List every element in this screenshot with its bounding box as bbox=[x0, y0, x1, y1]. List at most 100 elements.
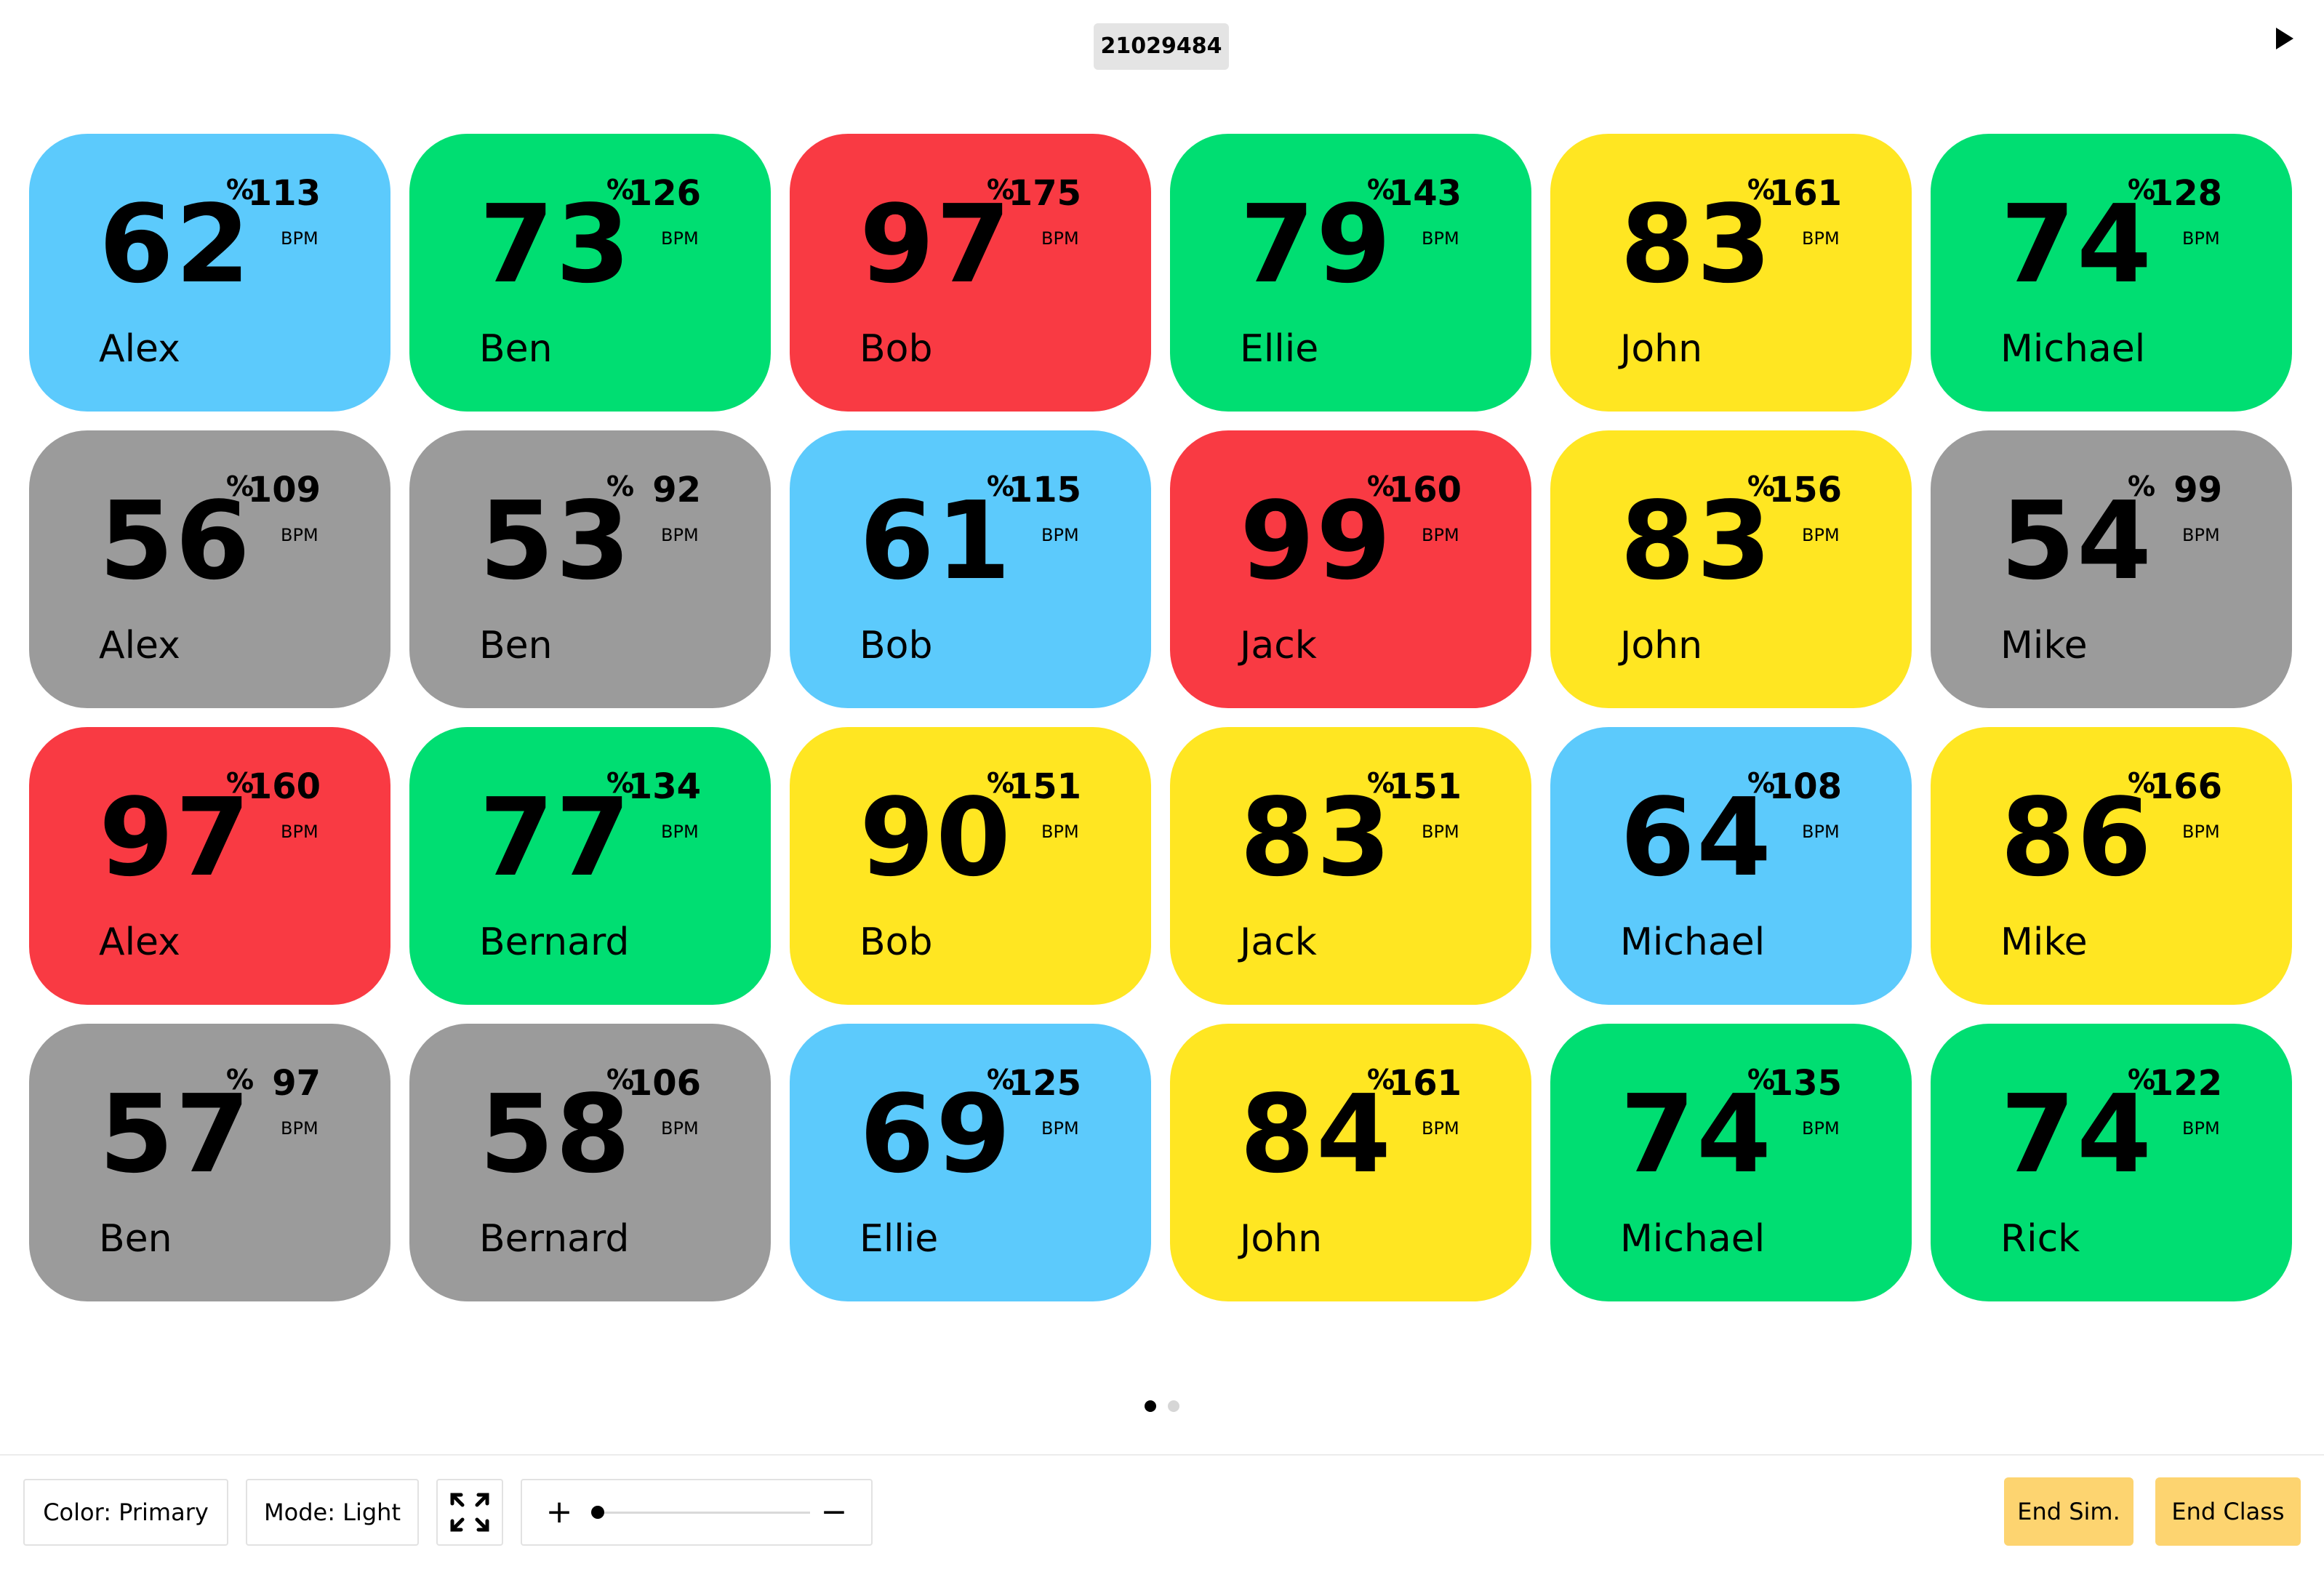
participant-name: Ellie bbox=[860, 1217, 939, 1261]
bpm-value: 156 bbox=[1768, 470, 1842, 510]
participant-name: Bob bbox=[860, 920, 933, 964]
heart-rate-percent: 73 bbox=[479, 182, 632, 307]
fullscreen-icon bbox=[450, 1493, 489, 1532]
bpm-value: 160 bbox=[1388, 470, 1462, 510]
bpm-value: 161 bbox=[1388, 1063, 1462, 1104]
participant-tile[interactable]: 83% 156 BPM John bbox=[1550, 430, 1912, 708]
bpm-value: 126 bbox=[628, 173, 701, 214]
participant-tile[interactable]: 54% 99 BPM Mike bbox=[1931, 430, 2292, 708]
participant-name: Mike bbox=[2000, 624, 2088, 667]
bpm-value: 109 bbox=[247, 470, 321, 510]
participant-tile[interactable]: 84% 161 BPM John bbox=[1170, 1024, 1531, 1301]
participant-tile[interactable]: 57% 97 BPM Ben bbox=[29, 1024, 390, 1301]
participant-name: Alex bbox=[99, 920, 180, 964]
participant-tile[interactable]: 97% 175 BPM Bob bbox=[790, 134, 1151, 412]
end-class-button[interactable]: End Class bbox=[2155, 1477, 2301, 1546]
heart-rate-percent: 83 bbox=[1620, 182, 1773, 307]
bpm-unit-label: BPM bbox=[661, 525, 699, 545]
zoom-in-button[interactable]: + bbox=[534, 1480, 585, 1544]
participant-tile[interactable]: 69% 125 BPM Ellie bbox=[790, 1024, 1151, 1301]
participant-tile[interactable]: 74% 135 BPM Michael bbox=[1550, 1024, 1912, 1301]
bpm-value: 99 bbox=[2173, 470, 2222, 510]
heart-rate-percent: 64 bbox=[1620, 775, 1773, 900]
bpm-value: 151 bbox=[1388, 766, 1462, 807]
fullscreen-button[interactable] bbox=[436, 1479, 503, 1546]
heart-rate-percent: 99 bbox=[1240, 478, 1393, 603]
participant-name: Rick bbox=[2000, 1217, 2080, 1261]
participant-tile[interactable]: 53% 92 BPM Ben bbox=[409, 430, 771, 708]
bpm-unit-label: BPM bbox=[1422, 822, 1459, 842]
participant-tile[interactable]: 58% 106 BPM Bernard bbox=[409, 1024, 771, 1301]
participant-tile[interactable]: 74% 122 BPM Rick bbox=[1931, 1024, 2292, 1301]
bpm-unit-label: BPM bbox=[1041, 228, 1079, 249]
bpm-unit-label: BPM bbox=[1802, 822, 1840, 842]
play-icon[interactable] bbox=[2276, 28, 2293, 49]
bpm-unit-label: BPM bbox=[661, 1118, 699, 1139]
bpm-unit-label: BPM bbox=[1041, 822, 1079, 842]
page-dot[interactable] bbox=[1145, 1400, 1156, 1412]
heart-rate-percent: 61 bbox=[860, 478, 1012, 603]
heart-rate-percent: 83 bbox=[1620, 478, 1773, 603]
participant-name: Ben bbox=[479, 624, 553, 667]
participant-tile[interactable]: 74% 128 BPM Michael bbox=[1931, 134, 2292, 412]
participant-tile[interactable]: 83% 151 BPM Jack bbox=[1170, 727, 1531, 1005]
participant-tile[interactable]: 86% 166 BPM Mike bbox=[1931, 727, 2292, 1005]
bpm-unit-label: BPM bbox=[1041, 525, 1079, 545]
heart-rate-percent: 54 bbox=[2000, 478, 2153, 603]
class-code-badge: 21029484 bbox=[1094, 23, 1229, 70]
participant-name: John bbox=[1620, 624, 1703, 667]
heart-rate-percent: 58 bbox=[479, 1072, 632, 1197]
heart-rate-percent: 97 bbox=[99, 775, 252, 900]
participant-tile[interactable]: 73% 126 BPM Ben bbox=[409, 134, 771, 412]
bpm-value: 106 bbox=[628, 1063, 701, 1104]
bpm-unit-label: BPM bbox=[281, 228, 318, 249]
bpm-unit-label: BPM bbox=[1422, 228, 1459, 249]
bpm-unit-label: BPM bbox=[281, 822, 318, 842]
participant-tile[interactable]: 61% 115 BPM Bob bbox=[790, 430, 1151, 708]
color-scheme-button[interactable]: Color: Primary bbox=[23, 1479, 228, 1546]
zoom-slider-track[interactable] bbox=[593, 1512, 810, 1514]
bpm-value: 143 bbox=[1388, 173, 1462, 214]
zoom-slider-thumb[interactable] bbox=[591, 1506, 604, 1519]
bpm-value: 128 bbox=[2149, 173, 2222, 214]
participant-tile[interactable]: 99% 160 BPM Jack bbox=[1170, 430, 1531, 708]
participant-tile[interactable]: 97% 160 BPM Alex bbox=[29, 727, 390, 1005]
participant-name: Michael bbox=[1620, 920, 1766, 964]
bpm-value: 97 bbox=[272, 1063, 321, 1104]
participant-name: Bernard bbox=[479, 1217, 630, 1261]
heart-rate-percent: 74 bbox=[1620, 1072, 1773, 1197]
heart-rate-percent: 57 bbox=[99, 1072, 252, 1197]
participant-name: Ben bbox=[99, 1217, 172, 1261]
end-sim-button[interactable]: End Sim. bbox=[2004, 1477, 2133, 1546]
bottom-toolbar: Color: Primary Mode: Light + − End Sim. … bbox=[0, 1454, 2324, 1569]
participant-grid: 62% 113 BPM Alex 73% 126 BPM Ben 97% 175 BPM Bob 79%… bbox=[29, 134, 2292, 1301]
bpm-unit-label: BPM bbox=[661, 822, 699, 842]
participant-tile[interactable]: 62% 113 BPM Alex bbox=[29, 134, 390, 412]
participant-tile[interactable]: 64% 108 BPM Michael bbox=[1550, 727, 1912, 1005]
participant-tile[interactable]: 56% 109 BPM Alex bbox=[29, 430, 390, 708]
bpm-unit-label: BPM bbox=[2182, 525, 2220, 545]
participant-name: Mike bbox=[2000, 920, 2088, 964]
bpm-unit-label: BPM bbox=[2182, 228, 2220, 249]
bpm-value: 135 bbox=[1768, 1063, 1842, 1104]
display-mode-button[interactable]: Mode: Light bbox=[246, 1479, 419, 1546]
bpm-value: 166 bbox=[2149, 766, 2222, 807]
participant-tile[interactable]: 79% 143 BPM Ellie bbox=[1170, 134, 1531, 412]
participant-tile[interactable]: 90% 151 BPM Bob bbox=[790, 727, 1151, 1005]
bpm-value: 115 bbox=[1008, 470, 1081, 510]
bpm-unit-label: BPM bbox=[281, 1118, 318, 1139]
heart-rate-percent: 90 bbox=[860, 775, 1012, 900]
participant-tile[interactable]: 77% 134 BPM Bernard bbox=[409, 727, 771, 1005]
heart-rate-percent: 69 bbox=[860, 1072, 1012, 1197]
percent-sign: % bbox=[606, 470, 635, 502]
participant-name: Michael bbox=[2000, 327, 2146, 371]
heart-rate-percent: 56 bbox=[99, 478, 252, 603]
participant-name: Jack bbox=[1240, 624, 1317, 667]
heart-rate-percent: 62 bbox=[99, 182, 252, 307]
page-dot[interactable] bbox=[1168, 1400, 1179, 1412]
participant-name: Michael bbox=[1620, 1217, 1766, 1261]
zoom-out-button[interactable]: − bbox=[809, 1480, 860, 1544]
bpm-value: 122 bbox=[2149, 1063, 2222, 1104]
participant-tile[interactable]: 83% 161 BPM John bbox=[1550, 134, 1912, 412]
bpm-unit-label: BPM bbox=[1802, 1118, 1840, 1139]
